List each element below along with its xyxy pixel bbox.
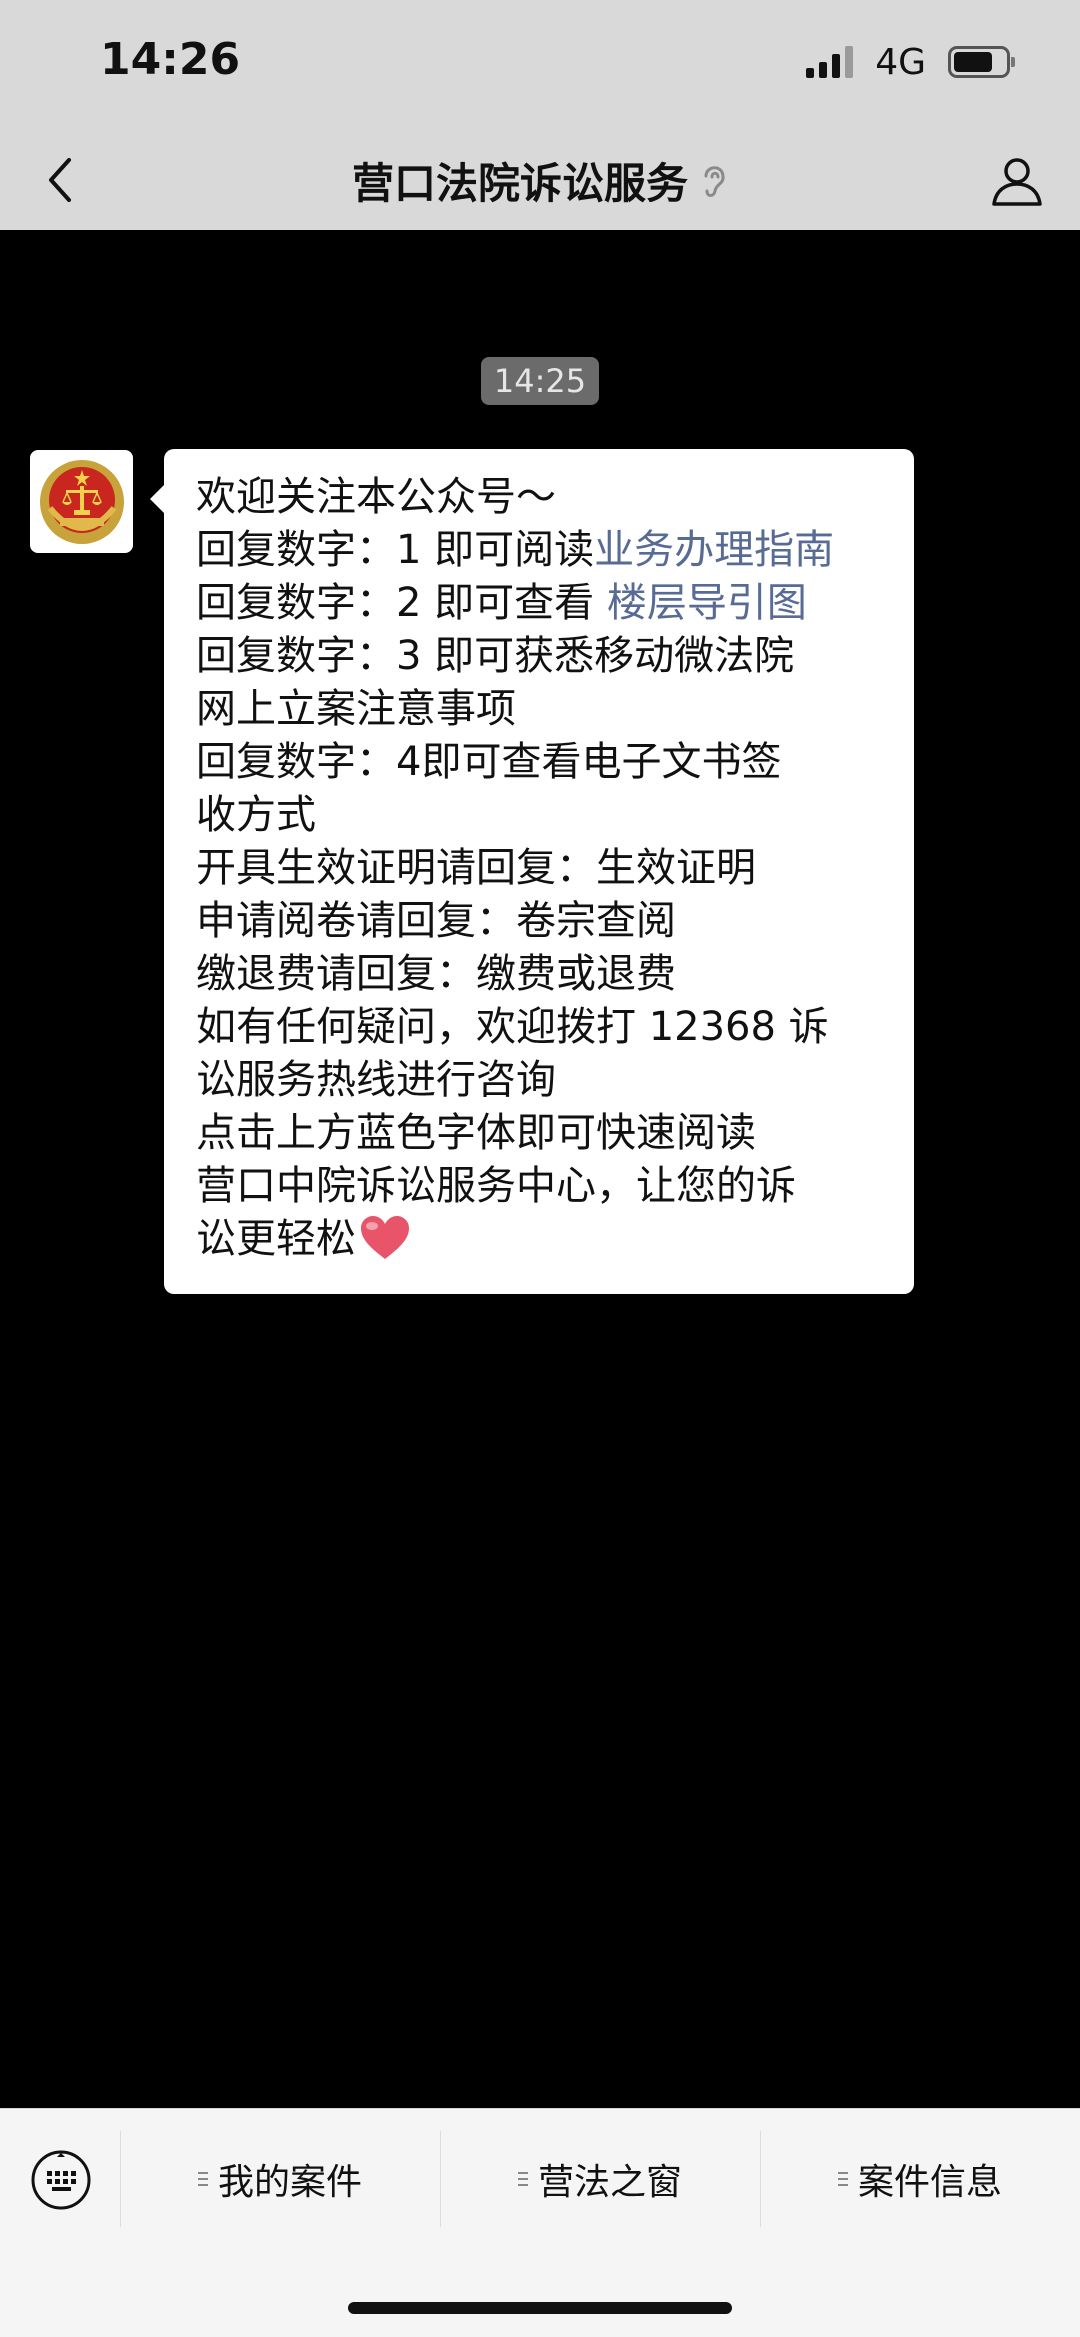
nav-title-group: 营口法院诉讼服务 [0, 130, 1080, 230]
menu-item-label: 我的案件 [217, 2162, 362, 2203]
message-timestamp: 14:25 [481, 357, 599, 405]
message-text: 回复数字：1 即可阅读 [196, 527, 595, 573]
message-text: 回复数字：3 即可获悉移动微法院 [196, 633, 795, 679]
ear-icon [704, 166, 725, 197]
message-line: 回复数字：1 即可阅读业务办理指南 [196, 524, 884, 577]
message-text: 收方式 [196, 792, 316, 838]
message-line: 如有任何疑问，欢迎拨打 12368 诉 [196, 1001, 884, 1054]
message-line: 讼服务热线进行咨询 [196, 1054, 884, 1107]
message-text: 网上立案注意事项 [196, 686, 516, 732]
heart-icon [361, 1216, 409, 1259]
user-icon [992, 158, 1042, 206]
message-line: 讼更轻松 [196, 1213, 884, 1266]
message-text: 营口中院诉讼服务中心，让您的诉 [196, 1163, 796, 1209]
message-text: 缴退费请回复：缴费或退费 [196, 951, 676, 997]
court-emblem-icon [39, 459, 124, 544]
status-time: 14:26 [100, 34, 241, 85]
message-text: 回复数字：2 即可查看 [196, 580, 607, 626]
message-line: 收方式 [196, 789, 884, 842]
message-text: 如有任何疑问，欢迎拨打 12368 诉 [196, 1004, 829, 1050]
page-title: 营口法院诉讼服务 [351, 158, 688, 208]
message-text: 欢迎关注本公众号～ [196, 474, 556, 520]
message-line: 营口中院诉讼服务中心，让您的诉 [196, 1160, 884, 1213]
menu-item-label: 营法之窗 [537, 2162, 682, 2203]
menu-item-case-info[interactable]: 案件信息 [760, 2129, 1080, 2229]
message-text: 点击上方蓝色字体即可快速阅读 [196, 1110, 756, 1156]
message-line: 回复数字：3 即可获悉移动微法院 [196, 630, 884, 683]
keyboard-toggle-button[interactable] [28, 2147, 94, 2213]
menu-lines-icon [517, 2172, 528, 2186]
message-line: 开具生效证明请回复：生效证明 [196, 842, 884, 895]
battery-icon [948, 46, 1015, 78]
message-line: 回复数字：4即可查看电子文书签 [196, 736, 884, 789]
network-type: 4G [875, 41, 926, 83]
message-line: 网上立案注意事项 [196, 683, 884, 736]
menu-item-court-window[interactable]: 营法之窗 [440, 2129, 760, 2229]
message-link[interactable]: 楼层导引图 [607, 580, 807, 626]
message-link[interactable]: 业务办理指南 [594, 527, 834, 573]
profile-button[interactable] [984, 148, 1050, 214]
message-bubble[interactable]: 欢迎关注本公众号～ 回复数字：1 即可阅读业务办理指南 回复数字：2 即可查看 楼层… [150, 449, 914, 1294]
message-text: 回复数字：4即可查看电子文书签 [196, 739, 782, 785]
home-indicator [348, 2302, 732, 2314]
avatar[interactable] [30, 450, 133, 553]
message-line: 回复数字：2 即可查看 楼层导引图 [196, 577, 884, 630]
message-line: 申请阅卷请回复：卷宗查阅 [196, 895, 884, 948]
nav-bar: 营口法院诉讼服务 [0, 130, 1080, 230]
message-text: 开具生效证明请回复：生效证明 [196, 845, 756, 891]
menu-item-my-cases[interactable]: 我的案件 [120, 2129, 440, 2229]
menu-lines-icon [197, 2172, 208, 2186]
signal-icon [806, 46, 854, 78]
keyboard-icon [31, 2150, 91, 2210]
message-line: 缴退费请回复：缴费或退费 [196, 948, 884, 1001]
status-bar: 14:26 4G [0, 0, 1080, 130]
message-line: 欢迎关注本公众号～ [196, 471, 884, 524]
message-line: 点击上方蓝色字体即可快速阅读 [196, 1107, 884, 1160]
chat-area[interactable]: 14:25 欢迎关注本公众号～ 回复数字：1 即可阅读业务办理指南 回复数字：2 即… [0, 230, 1080, 2108]
menu-lines-icon [837, 2172, 848, 2186]
message-text: 讼更轻松 [196, 1216, 356, 1262]
message-text: 讼服务热线进行咨询 [196, 1057, 556, 1103]
status-indicators: 4G [806, 40, 1015, 84]
message-text: 申请阅卷请回复：卷宗查阅 [196, 898, 676, 944]
menu-item-label: 案件信息 [857, 2162, 1002, 2203]
